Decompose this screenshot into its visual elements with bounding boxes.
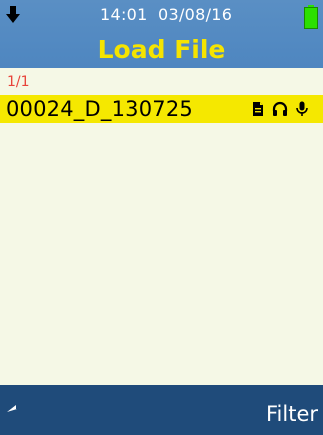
device-screen: 14:01 03/08/16 Load File 1/1 00024_D_130… <box>0 0 323 435</box>
download-icon <box>6 6 20 23</box>
header-bar: 14:01 03/08/16 Load File <box>0 0 323 68</box>
status-time: 14:01 <box>100 5 148 24</box>
file-name: 00024_D_130725 <box>6 97 193 121</box>
document-icon <box>253 102 263 116</box>
file-list-item[interactable]: 00024_D_130725 <box>0 95 323 123</box>
page-title: Load File <box>97 35 226 64</box>
footer-bar: Filter <box>0 385 323 435</box>
status-bar: 14:01 03/08/16 <box>0 4 323 29</box>
microphone-icon <box>296 101 308 116</box>
filter-button[interactable]: Filter <box>266 401 318 427</box>
headphones-icon <box>272 101 288 116</box>
back-arrow-icon[interactable] <box>7 405 31 423</box>
battery-icon <box>304 5 318 29</box>
status-date: 03/08/16 <box>158 5 233 24</box>
file-counter: 1/1 <box>7 74 30 90</box>
